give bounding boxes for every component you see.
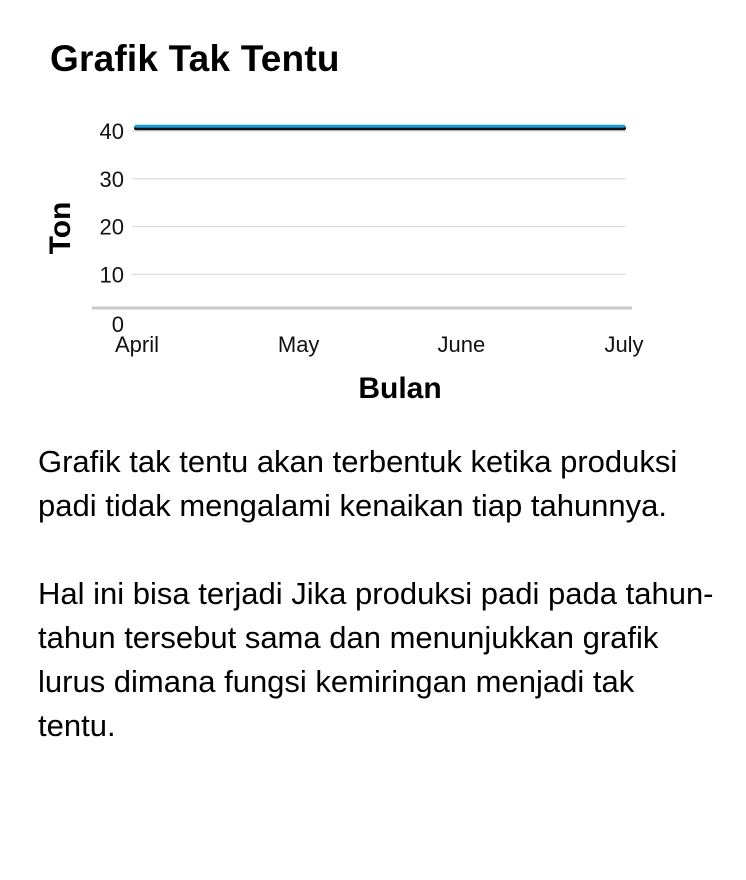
- description-paragraph: Grafik tak tentu akan terbentuk ketika p…: [38, 444, 678, 523]
- x-tick-label: April: [115, 332, 159, 357]
- y-tick-label: 30: [100, 167, 124, 192]
- x-tick-label: July: [604, 332, 643, 357]
- series-lines: [134, 124, 626, 131]
- y-axis-label: Ton: [44, 202, 77, 255]
- x-tick-labels: April May June July: [115, 332, 644, 357]
- y-tick-label: 10: [100, 262, 124, 287]
- description-paragraph: Hal ini bisa terjadi Jika produksi padi …: [38, 576, 714, 743]
- page: 0 10 20 30 40 April May June July Bulan Ton Gra…: [0, 0, 746, 880]
- y-tick-label: 20: [100, 215, 124, 240]
- x-axis-label: Bulan: [358, 372, 441, 405]
- x-tick-label: June: [437, 332, 485, 357]
- chart-title: Grafik Tak Tentu: [50, 38, 340, 79]
- gridlines: [132, 130, 626, 275]
- description: Grafik tak tentu akan terbentuk ketika p…: [38, 440, 718, 792]
- y-tick-labels: 010203040: [100, 119, 124, 337]
- x-tick-label: May: [278, 332, 320, 357]
- y-tick-label: 40: [100, 119, 124, 144]
